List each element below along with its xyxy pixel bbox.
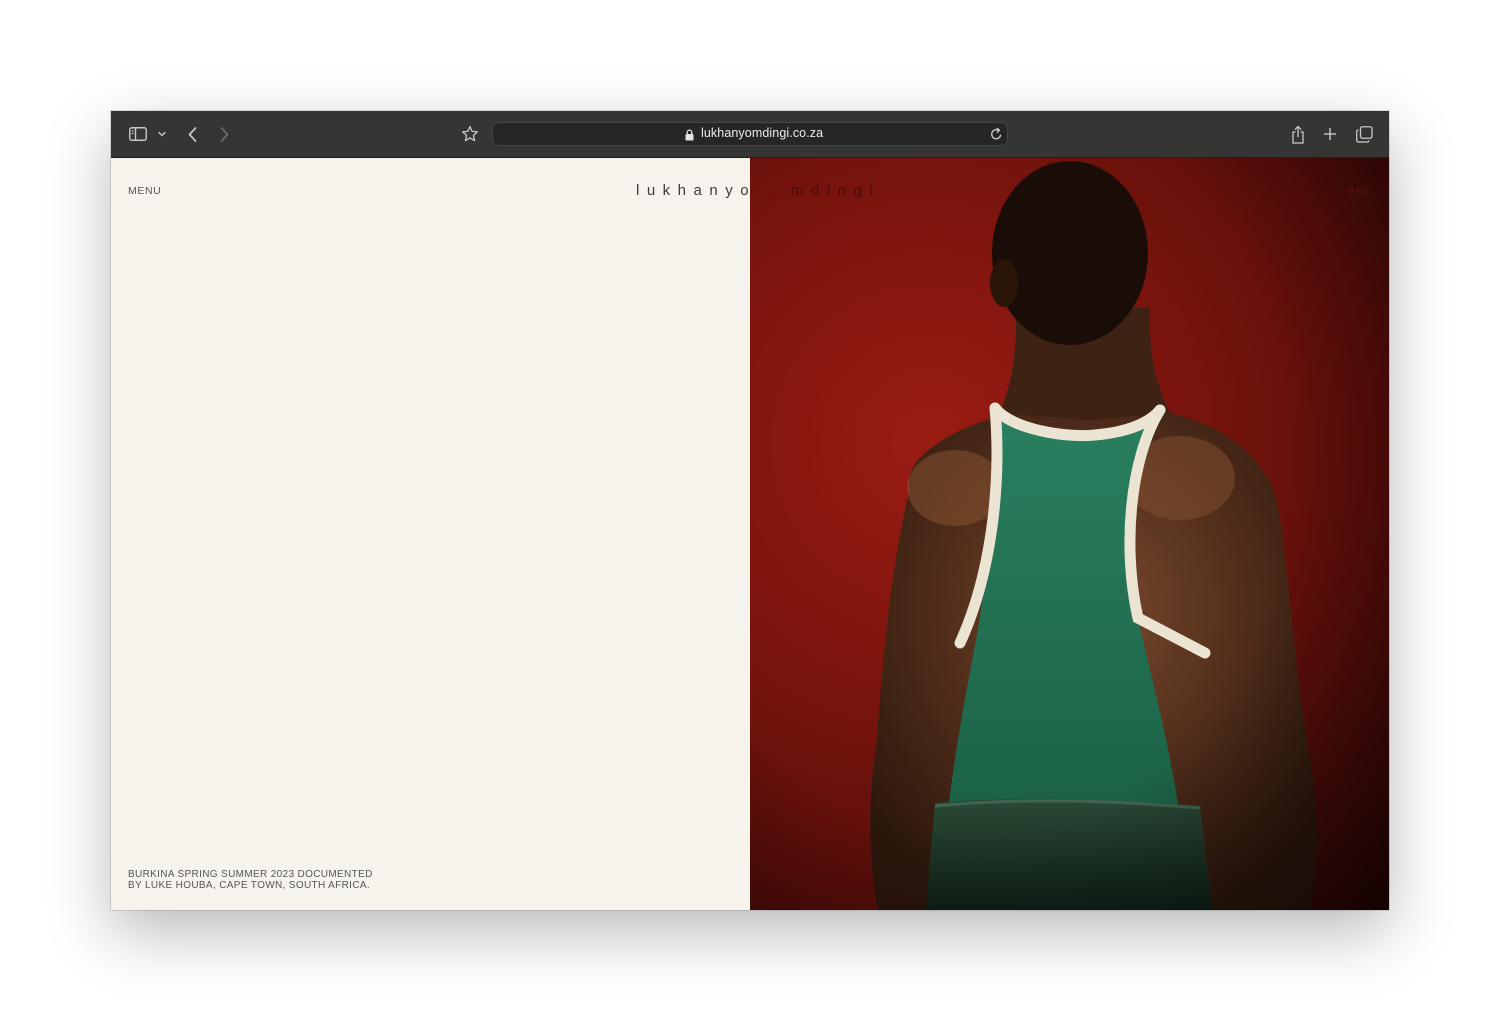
left-panel [111,158,750,910]
model-back-photo [750,158,1389,910]
reload-icon[interactable] [990,127,1003,146]
browser-window: lukhanyomdingi.co.za MENU lukhanyo . mdi… [111,111,1389,910]
logo-first-name: lukhanyo [636,182,757,199]
caption-line-2: BY LUKE HOUBA, CAPE TOWN, SOUTH AFRICA. [128,880,371,891]
url-text: lukhanyomdingi.co.za [701,126,824,140]
chevron-down-icon[interactable] [156,129,168,139]
tab-overview-icon[interactable] [1354,124,1374,144]
address-bar[interactable]: lukhanyomdingi.co.za [492,122,1008,146]
share-icon[interactable] [1289,123,1307,145]
star-icon[interactable] [460,124,480,144]
hero-photo [750,158,1389,910]
caption-line-1: BURKINA SPRING SUMMER 2023 DOCUMENTED [128,869,373,880]
browser-toolbar: lukhanyomdingi.co.za [111,111,1389,158]
web-page: MENU lukhanyo . mdingi BAG BURKINA SPRIN… [111,158,1389,910]
lock-icon [685,128,694,146]
bag-link[interactable]: BAG [1347,185,1371,197]
chevron-left-icon[interactable] [185,125,199,143]
collection-caption: BURKINA SPRING SUMMER 2023 DOCUMENTED BY… [128,869,373,891]
site-logo[interactable]: lukhanyo . mdingi [636,182,880,199]
menu-link[interactable]: MENU [128,185,161,197]
chevron-right-icon[interactable] [217,125,231,143]
plus-icon[interactable] [1321,125,1339,143]
sidebar-icon[interactable] [128,125,148,143]
logo-last-name: . mdingi [767,182,881,199]
